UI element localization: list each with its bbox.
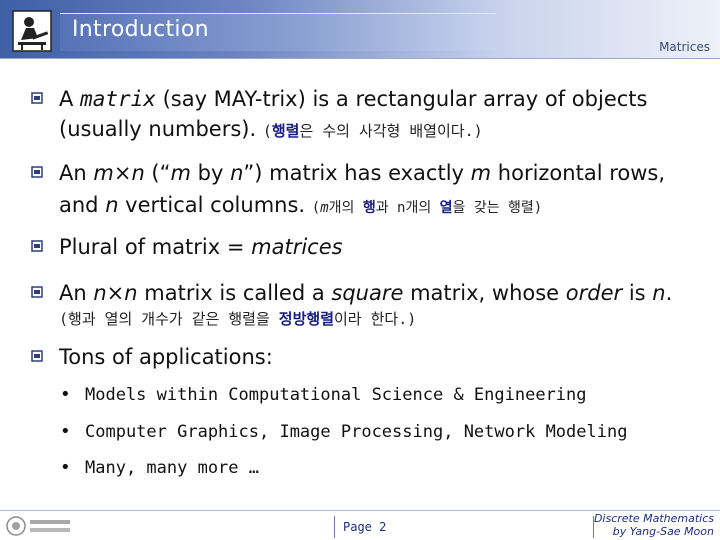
sub-bullet-1: Models within Computational Science & En… [85,385,587,405]
text-run: An [59,161,94,185]
course-tag: Matrices [659,40,710,54]
text-run: (usually numbers). [59,117,263,141]
footer-course: Discrete Mathematics by Yang-Sae Moon [594,512,714,538]
text-run: is [622,281,653,305]
var-n: n [131,161,145,185]
bullet-5-line-1: Tons of applications: [59,344,273,370]
bullet-2-line-2: and n vertical columns. (m개의 행과 n개의 열을 갖… [59,192,542,221]
footer-divider [0,510,720,511]
text-run: horizontal rows, [491,161,666,185]
bullet-4-line-2: (행과 열의 개수가 같은 행렬을 정방행렬이라 한다.) [59,306,416,330]
sub-bullet-marker: • [60,384,71,405]
bullet-2-line-1: An m×n (“m by n”) matrix has exactly m h… [59,160,665,186]
bullet-1-line-2: (usually numbers). (행렬은 수의 사각형 배열이다.) [59,116,483,144]
box-bullet-icon [31,240,43,252]
sub-bullet-marker: • [60,457,71,478]
kr-text: (행과 열의 개수가 같은 행렬을 [59,310,279,328]
person-at-desk-icon [12,10,52,52]
var-m: m [93,161,114,185]
page-title: Introduction [72,17,209,42]
text-run: matrix is called a [137,281,332,305]
kr-text: 은 수의 사각형 배열이다.) [299,122,483,140]
text-run: vertical columns. [118,193,312,217]
kr-text: 이라 한다.) [334,310,417,328]
var-n: n [124,281,138,305]
var-n: n [230,161,244,185]
box-bullet-icon [31,166,43,178]
page-number: Page 2 [343,520,387,534]
kr-term-square-matrix: 정방행렬 [278,310,334,328]
var-m: m [320,200,329,216]
text-run: and [59,193,106,217]
kr-term-row: 행 [362,200,376,216]
kr-paren: ( [262,122,272,140]
sub-bullet-2: Computer Graphics, Image Processing, Net… [85,422,628,442]
kr-text: 과 n개의 [375,200,440,216]
bullet-4-line-1: An n×n matrix is called a square matrix,… [59,280,672,306]
footer-course-author: by Yang-Sae Moon [612,525,714,538]
text-run: . [665,281,673,305]
var-m: m [170,161,191,185]
box-bullet-icon [31,92,43,104]
header-divider [0,58,720,59]
kr-paren: ( [311,200,321,216]
var-n: n [652,281,666,305]
var-n: n [93,281,107,305]
kr-text: 을 갖는 행렬) [452,200,543,216]
term-square: square [331,281,404,305]
kr-text: 개의 [328,200,363,216]
times-sign: × [106,281,125,305]
times-sign: × [113,161,132,185]
text-run: Tons of applications: [59,345,273,369]
bullet-1-line-1: A matrix (say MAY-trix) is a rectangular… [59,86,647,112]
var-n: n [105,193,119,217]
box-bullet-icon [31,350,43,362]
text-run: matrix, whose [403,281,566,305]
text-run: by [190,161,231,185]
term-order: order [565,281,623,305]
box-bullet-icon [31,286,43,298]
text-run: ”) matrix has exactly [243,161,471,185]
term-matrices: matrices [251,235,343,259]
text-run: (“ [144,161,171,185]
kr-term: 행렬 [271,122,300,140]
term-matrix: matrix [80,87,156,111]
sub-bullet-3: Many, many more … [85,458,259,478]
bullet-3-line-1: Plural of matrix = matrices [59,234,343,260]
text-run: A [59,87,81,111]
footer-course-title: Discrete Mathematics [593,512,714,525]
kr-term-column: 열 [439,200,453,216]
text-run: An [59,281,94,305]
text-run: (say MAY-trix) is a rectangular array of… [155,87,648,111]
sub-bullet-marker: • [60,421,71,442]
text-run: Plural of matrix = [59,235,252,259]
university-logo-icon [6,516,70,536]
var-m: m [470,161,492,185]
